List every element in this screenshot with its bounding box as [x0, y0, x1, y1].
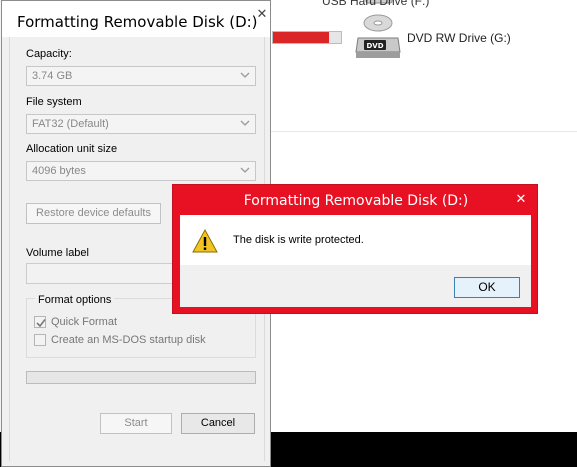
capacity-value: 3.74 GB [32, 70, 73, 82]
capacity-label: Capacity: [26, 48, 72, 60]
quick-format-label: Quick Format [51, 316, 118, 328]
msdos-startup-option[interactable]: Create an MS-DOS startup disk [34, 333, 206, 347]
quick-format-option[interactable]: Quick Format [34, 315, 117, 329]
chevron-down-icon [240, 120, 250, 126]
dvd-icon-text: DVD [366, 42, 383, 50]
allocation-value: 4096 bytes [32, 165, 86, 177]
error-body: The disk is write protected. OK [180, 215, 531, 307]
section-divider [270, 131, 577, 132]
chevron-down-icon [240, 167, 250, 173]
usb-drive-label[interactable]: USB Hard Drive (F:) [322, 0, 429, 8]
check-icon [36, 319, 46, 328]
allocation-select[interactable]: 4096 bytes [26, 161, 256, 181]
start-button[interactable]: Start [100, 413, 172, 434]
warning-icon [192, 228, 218, 253]
file-system-label: File system [26, 96, 82, 108]
quick-format-checkbox[interactable] [34, 316, 46, 328]
chevron-down-icon [240, 72, 250, 78]
dvd-drive-label[interactable]: DVD RW Drive (G:) [407, 31, 511, 45]
close-icon[interactable]: ✕ [254, 7, 270, 21]
cancel-button[interactable]: Cancel [181, 413, 255, 434]
error-message: The disk is write protected. [233, 234, 364, 246]
drive-usage-fill [273, 32, 329, 43]
format-progress-bar [26, 371, 256, 384]
close-icon[interactable]: ✕ [513, 192, 529, 206]
file-system-select[interactable]: FAT32 (Default) [26, 114, 256, 134]
dvd-drive-icon[interactable]: DVD [354, 12, 402, 62]
capacity-select[interactable]: 3.74 GB [26, 66, 256, 86]
format-dialog-title: Formatting Removable Disk (D:) [17, 13, 258, 31]
restore-defaults-button[interactable]: Restore device defaults [26, 203, 161, 224]
drive-usage-bar [272, 31, 342, 44]
allocation-label: Allocation unit size [26, 143, 118, 155]
ok-button[interactable]: OK [454, 277, 520, 298]
volume-label-label: Volume label [26, 247, 89, 259]
format-options-legend: Format options [35, 294, 115, 306]
error-dialog-title: Formatting Removable Disk (D:) [243, 193, 469, 209]
file-system-value: FAT32 (Default) [32, 118, 109, 130]
error-dialog: Formatting Removable Disk (D:) ✕ The dis… [172, 184, 538, 314]
msdos-startup-label: Create an MS-DOS startup disk [51, 334, 206, 346]
msdos-startup-checkbox[interactable] [34, 334, 46, 346]
format-titlebar: Formatting Removable Disk (D:) ✕ [2, 1, 270, 37]
